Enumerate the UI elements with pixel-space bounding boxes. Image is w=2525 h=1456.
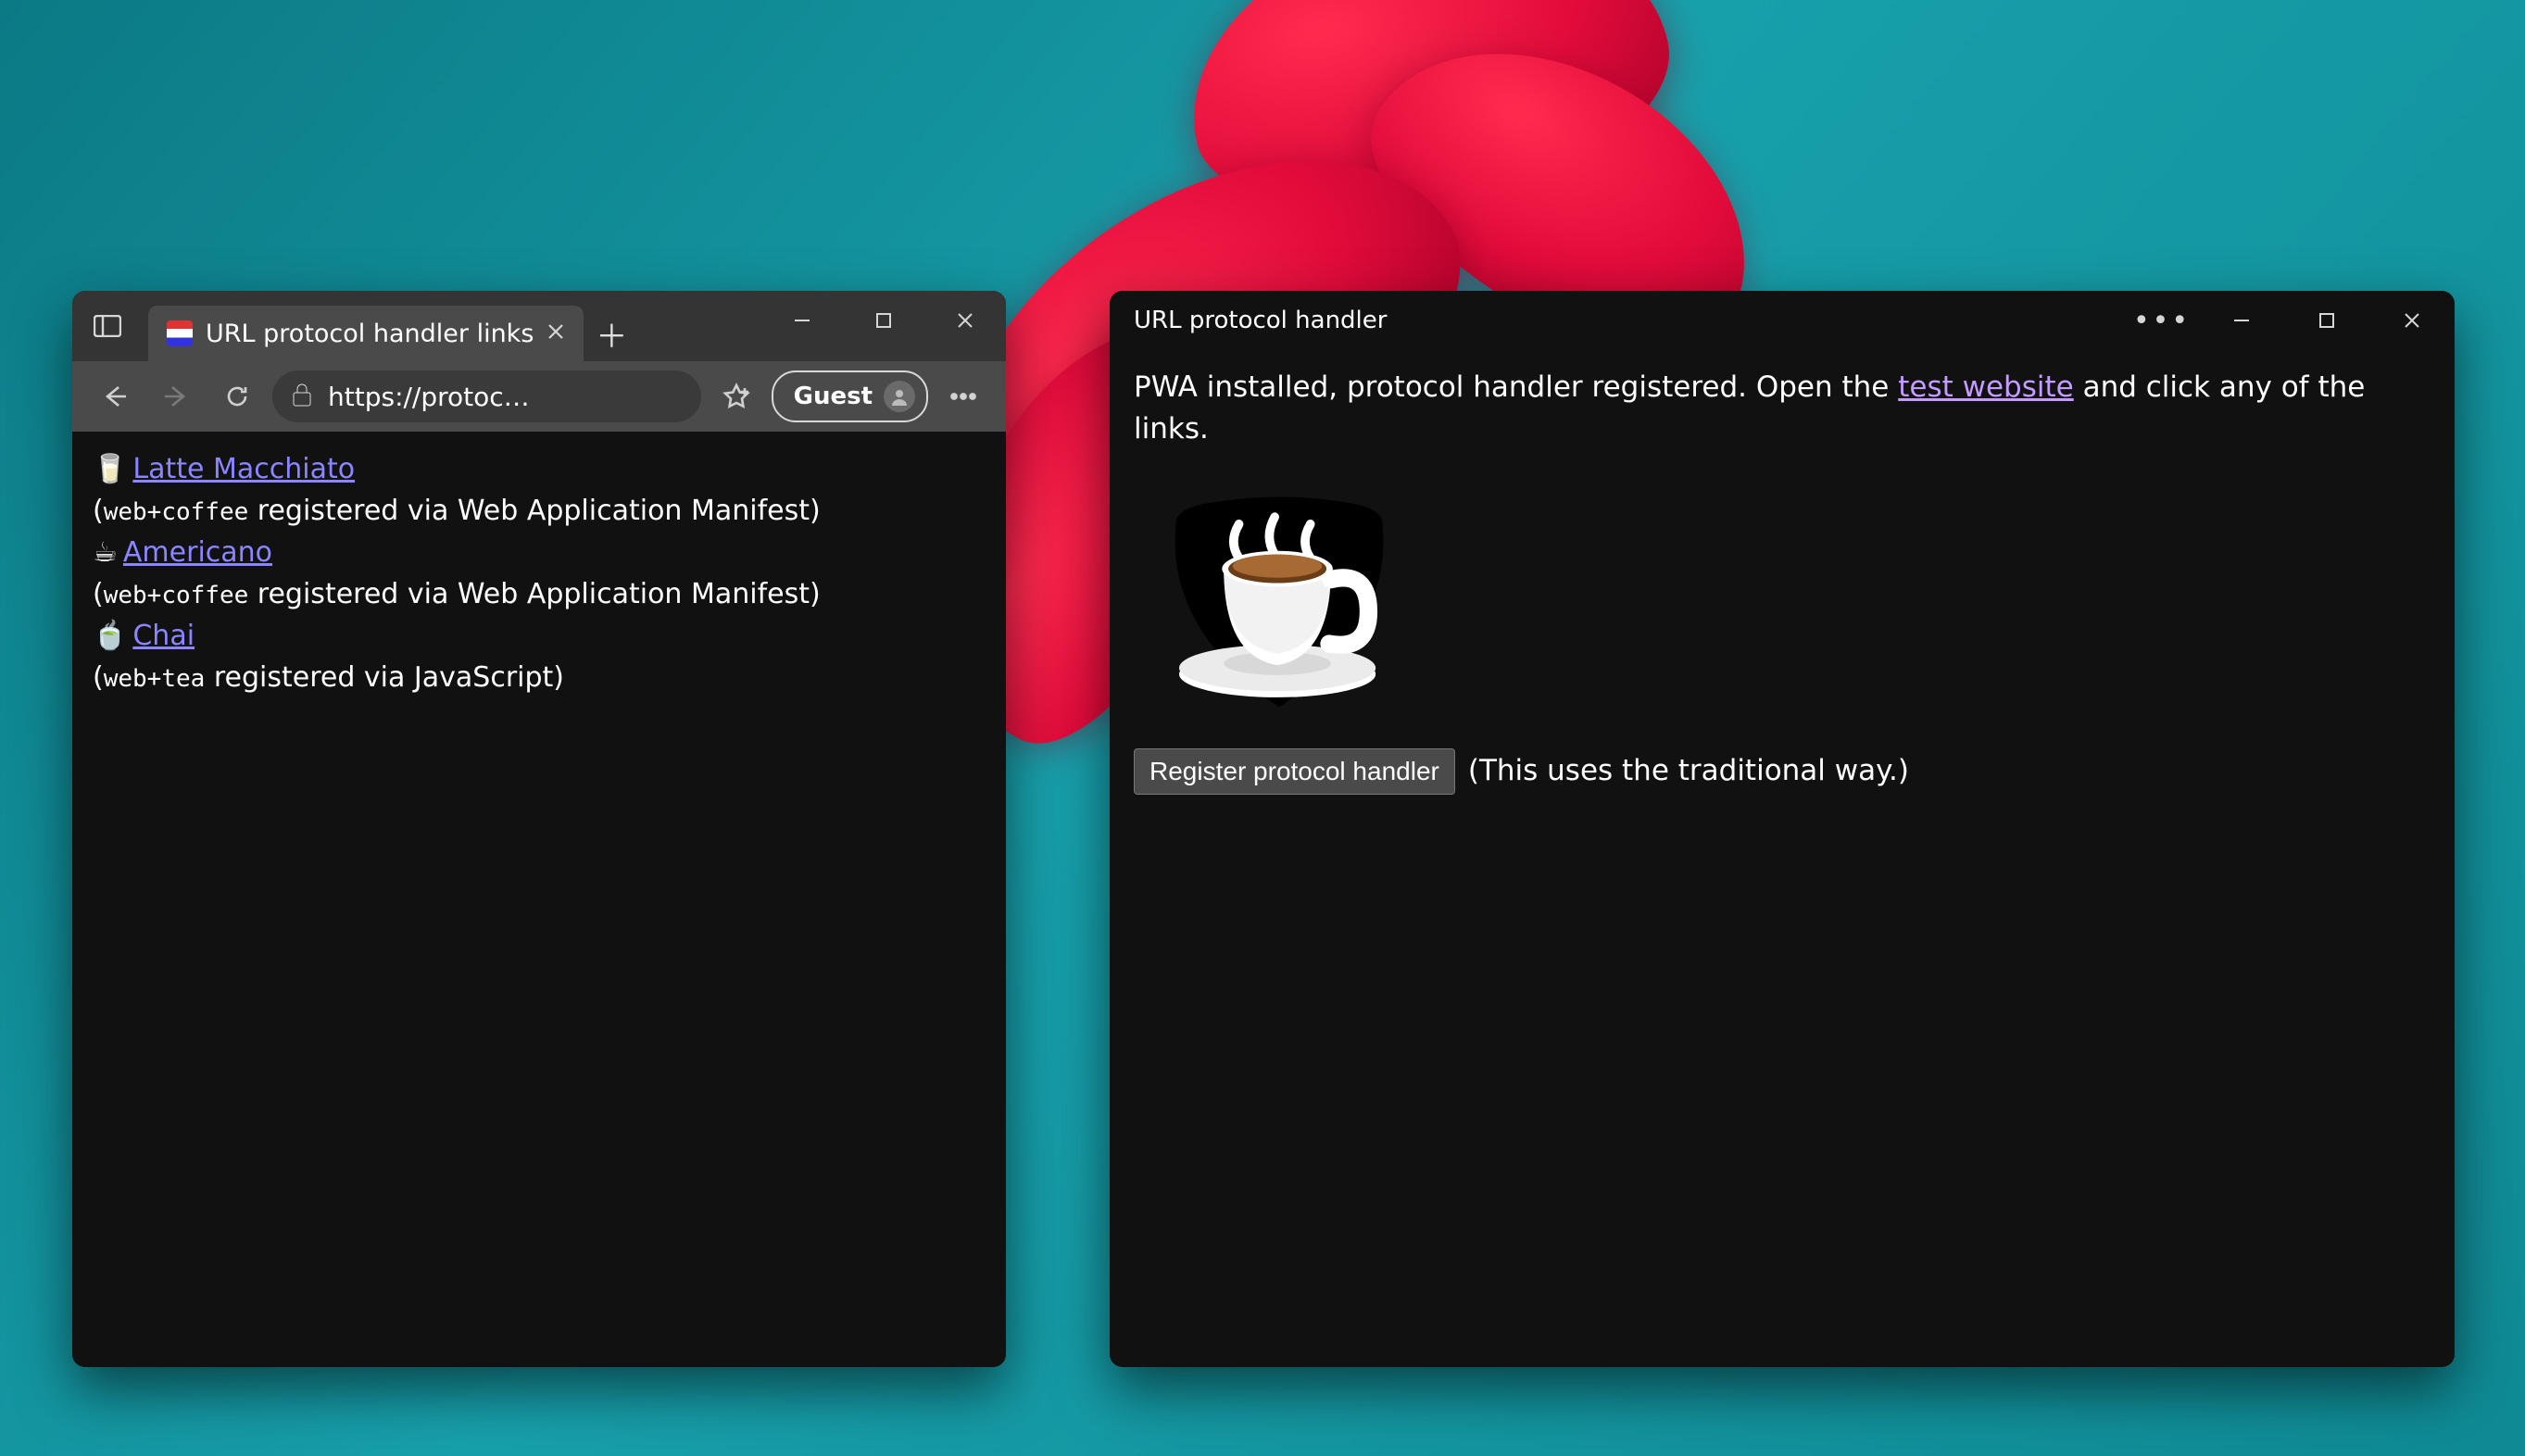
browser-titlebar[interactable]: URL protocol handler links ＋	[72, 291, 1006, 361]
test-website-link[interactable]: test website	[1898, 370, 2073, 404]
tab-favicon	[167, 320, 193, 346]
drink-icon: 🥛	[93, 448, 127, 490]
entry-note: (web+coffee registered via Web Applicati…	[93, 490, 986, 532]
address-bar[interactable]: https://protoc…	[272, 370, 701, 422]
coffee-image	[1145, 471, 1413, 721]
browser-window: URL protocol handler links ＋ https://pro…	[72, 291, 1006, 1367]
forward-button[interactable]	[150, 370, 202, 422]
link-latte[interactable]: Latte Macchiato	[132, 448, 355, 490]
close-button[interactable]	[2369, 291, 2455, 350]
drink-icon: ☕	[93, 532, 118, 573]
browser-window-controls	[761, 291, 1006, 350]
profile-button[interactable]: Guest	[772, 370, 928, 422]
pwa-window: URL protocol handler ••• PWA installed, …	[1110, 291, 2455, 1367]
drink-icon: 🍵	[93, 615, 127, 657]
pwa-title: URL protocol handler	[1134, 307, 1387, 334]
pwa-window-controls: •••	[2125, 291, 2455, 350]
pwa-content: PWA installed, protocol handler register…	[1110, 350, 2455, 1367]
new-tab-button[interactable]: ＋	[584, 306, 639, 361]
desktop-background: URL protocol handler links ＋ https://pro…	[0, 0, 2525, 1456]
maximize-button[interactable]	[2284, 291, 2369, 350]
link-americano[interactable]: Americano	[123, 532, 272, 573]
more-button[interactable]	[937, 370, 989, 422]
minimize-button[interactable]	[2199, 291, 2284, 350]
site-info-icon[interactable]	[291, 382, 313, 411]
browser-toolbar: https://protoc… Guest	[72, 361, 1006, 432]
browser-tab[interactable]: URL protocol handler links	[148, 306, 584, 361]
address-bar-text: https://protoc…	[328, 382, 530, 412]
reload-button[interactable]	[211, 370, 263, 422]
maximize-button[interactable]	[843, 291, 924, 350]
close-button[interactable]	[924, 291, 1006, 350]
pwa-titlebar[interactable]: URL protocol handler •••	[1110, 291, 2455, 350]
profile-label: Guest	[794, 383, 873, 410]
entry-note: (web+tea registered via JavaScript)	[93, 657, 986, 698]
tab-actions-button[interactable]	[72, 291, 143, 361]
page-content: 🥛 Latte Macchiato (web+coffee registered…	[72, 432, 1006, 1367]
tab-title: URL protocol handler links	[206, 320, 534, 348]
pwa-more-button[interactable]: •••	[2125, 291, 2199, 350]
pwa-message: PWA installed, protocol handler register…	[1134, 370, 1898, 404]
avatar-icon	[884, 381, 915, 412]
back-button[interactable]	[89, 370, 141, 422]
tab-close-icon[interactable]	[546, 322, 565, 345]
link-chai[interactable]: Chai	[132, 615, 195, 657]
favorites-button[interactable]	[710, 370, 762, 422]
minimize-button[interactable]	[761, 291, 843, 350]
register-protocol-button[interactable]: Register protocol handler	[1134, 748, 1455, 795]
register-note: (This uses the traditional way.)	[1468, 750, 1909, 792]
entry-note: (web+coffee registered via Web Applicati…	[93, 573, 986, 615]
